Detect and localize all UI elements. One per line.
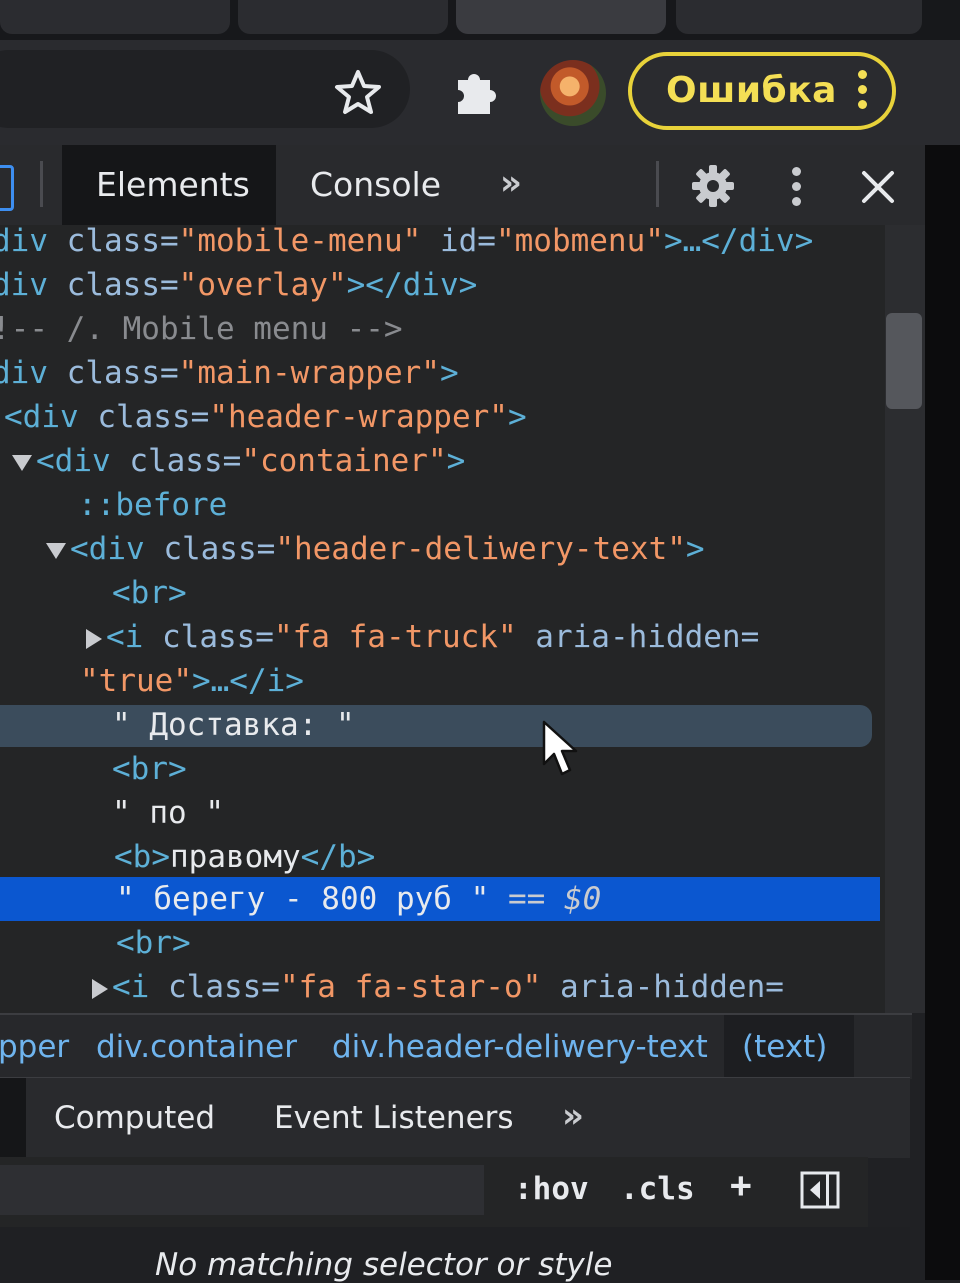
tab-elements-label: Elements: [96, 165, 250, 204]
close-icon[interactable]: [858, 167, 898, 207]
screen-edge: [925, 145, 960, 1280]
error-label: Ошибка: [666, 70, 837, 111]
devtools-menu-icon[interactable]: [792, 167, 802, 211]
tree-node[interactable]: <i class="fa fa-truck" aria-hidden=: [86, 615, 759, 659]
breadcrumb: pper div.container div.header-deliwery-t…: [0, 1013, 912, 1079]
pseudo-element[interactable]: ::before: [78, 483, 227, 527]
tab-console-label: Console: [310, 165, 442, 204]
divider: [656, 161, 659, 207]
browser-tab-strip: [0, 0, 960, 40]
cls-button[interactable]: .cls: [620, 1171, 695, 1207]
styles-filter-input[interactable]: [0, 1165, 484, 1215]
styles-filter-bar: :hov .cls +: [0, 1157, 868, 1227]
text-node[interactable]: " по ": [112, 791, 224, 835]
breadcrumb-item[interactable]: div.header-deliwery-text: [332, 1029, 708, 1065]
tab-event-listeners[interactable]: Event Listeners: [274, 1100, 514, 1136]
settings-gear-icon[interactable]: [690, 163, 736, 209]
tree-node[interactable]: <div class="header-deliwery-text">: [46, 527, 705, 571]
browser-toolbar: Ошибка: [0, 40, 960, 145]
new-style-rule-button[interactable]: +: [730, 1165, 752, 1206]
browser-tab[interactable]: [676, 0, 922, 34]
collapse-triangle-icon[interactable]: [92, 978, 108, 999]
tree-node[interactable]: <br>: [112, 747, 187, 791]
more-subtabs-icon[interactable]: »: [562, 1096, 584, 1136]
collapse-triangle-icon[interactable]: [86, 628, 102, 649]
bookmark-star-icon[interactable]: [334, 68, 382, 116]
devtools-tab-bar: Elements Console »: [0, 145, 925, 226]
breadcrumb-item-current[interactable]: (text): [724, 1015, 854, 1079]
extensions-puzzle-icon[interactable]: [454, 66, 502, 118]
tree-node[interactable]: <br>: [112, 571, 187, 615]
tree-node[interactable]: div class="overlay"></div>: [0, 263, 477, 307]
divider: [40, 161, 43, 207]
chrome-menu-icon[interactable]: [858, 70, 868, 114]
profile-avatar[interactable]: [540, 60, 606, 126]
mouse-cursor-icon: [542, 720, 578, 776]
tab-styles[interactable]: [0, 1078, 26, 1158]
tab-console[interactable]: Console: [290, 145, 470, 225]
toggle-sidebar-icon[interactable]: [800, 1171, 840, 1209]
breadcrumb-item[interactable]: div.container: [96, 1029, 297, 1065]
tree-node[interactable]: <b>правому</b>: [114, 835, 375, 879]
empty-message: No matching selector or style: [155, 1247, 613, 1283]
tree-node[interactable]: <i class="fa fa-star-o" aria-hidden=: [92, 965, 784, 1009]
tree-node[interactable]: div class="mobile-menu" id="mobmenu">…</…: [0, 225, 813, 263]
browser-tab[interactable]: [238, 0, 448, 34]
tree-node[interactable]: <br>: [116, 921, 191, 965]
styles-subtab-bar: Computed Event Listeners »: [0, 1077, 910, 1158]
hov-button[interactable]: :hov: [514, 1171, 589, 1207]
styles-empty-state: No matching selector or style: [0, 1227, 910, 1283]
tree-node[interactable]: div class="main-wrapper">: [0, 351, 459, 395]
scrollbar-thumb[interactable]: [886, 313, 922, 409]
tab-elements[interactable]: Elements: [62, 145, 276, 225]
breadcrumb-item-label: (text): [742, 1029, 828, 1065]
dom-tree: div class="mobile-menu" id="mobmenu">…</…: [0, 225, 925, 1013]
breadcrumb-item[interactable]: pper: [0, 1029, 69, 1065]
browser-tab[interactable]: [0, 0, 230, 34]
profile-error-button[interactable]: Ошибка: [628, 52, 896, 130]
tab-computed[interactable]: Computed: [54, 1100, 215, 1136]
browser-tab-active[interactable]: [456, 0, 666, 34]
inspect-element-icon[interactable]: [0, 165, 14, 211]
text-node[interactable]: " Доставка: ": [112, 703, 355, 747]
tree-node[interactable]: <div class="header-wrapper">: [4, 395, 527, 439]
tree-comment[interactable]: !-- /. Mobile menu -->: [0, 307, 403, 351]
tree-node-continuation[interactable]: "true">…</i>: [80, 659, 304, 703]
expand-triangle-icon[interactable]: [46, 542, 66, 559]
expand-triangle-icon[interactable]: [12, 454, 32, 471]
tree-node[interactable]: <div class="container">: [12, 439, 465, 483]
more-tabs-icon[interactable]: »: [500, 163, 522, 203]
selected-text-node[interactable]: " берегу - 800 руб " == $0: [116, 877, 601, 921]
